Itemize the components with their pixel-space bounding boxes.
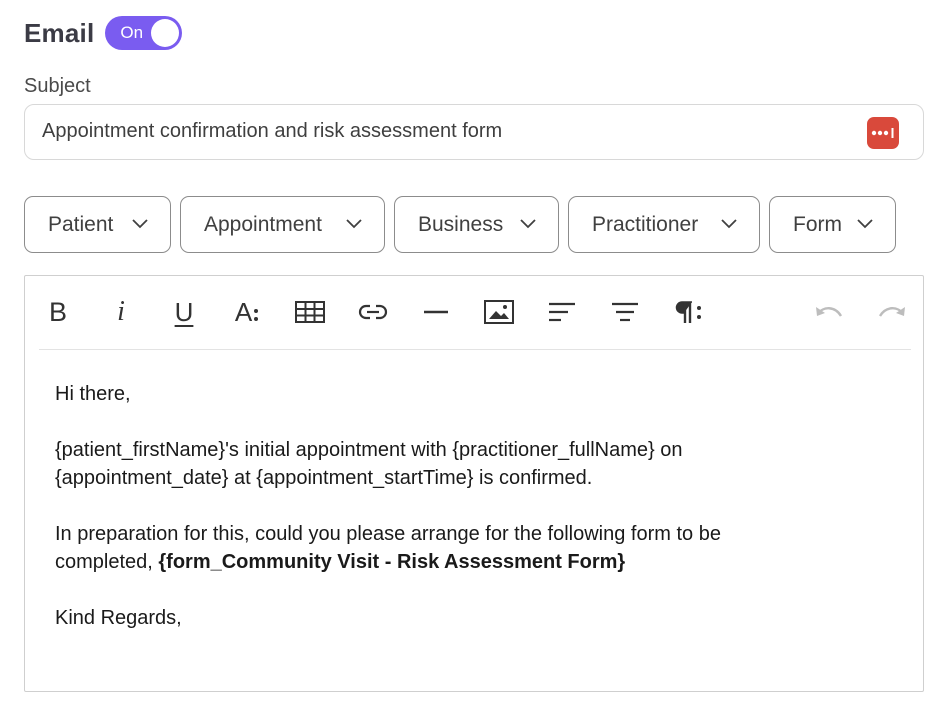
chip-label: Form bbox=[793, 212, 842, 236]
underline-icon[interactable]: U bbox=[168, 296, 200, 328]
practitioner-field-dropdown[interactable]: Practitioner bbox=[568, 196, 760, 253]
form-request-line-1: In preparation for this, could you pleas… bbox=[55, 523, 721, 545]
more-dots-icon[interactable] bbox=[867, 117, 899, 149]
form-request-paragraph: In preparation for this, could you pleas… bbox=[55, 520, 875, 576]
chevron-down-icon bbox=[520, 219, 536, 229]
editor-body[interactable]: Hi there, {patient_firstName}'s initial … bbox=[55, 380, 875, 660]
chevron-down-icon bbox=[132, 219, 148, 229]
appointment-field-dropdown[interactable]: Appointment bbox=[180, 196, 385, 253]
toggle-label: On bbox=[120, 23, 144, 42]
business-field-dropdown[interactable]: Business bbox=[394, 196, 559, 253]
form-request-line-2: completed, bbox=[55, 551, 159, 573]
align-center-icon[interactable] bbox=[609, 296, 641, 328]
undo-icon[interactable] bbox=[813, 296, 845, 328]
chevron-down-icon bbox=[857, 219, 873, 229]
greeting-line: Hi there, bbox=[55, 383, 131, 405]
align-left-icon[interactable] bbox=[546, 296, 578, 328]
email-toggle[interactable]: On bbox=[105, 16, 183, 50]
chip-label: Business bbox=[418, 212, 504, 236]
link-icon[interactable] bbox=[357, 296, 389, 328]
table-icon[interactable] bbox=[294, 296, 326, 328]
closing-line: Kind Regards, bbox=[55, 607, 182, 629]
paragraph-icon[interactable] bbox=[672, 296, 704, 328]
chevron-down-icon bbox=[346, 219, 362, 229]
italic-icon[interactable]: i bbox=[105, 296, 137, 328]
editor-toolbar: B i U A bbox=[39, 276, 911, 350]
toggle-knob bbox=[151, 19, 180, 47]
confirmation-line-2: {appointment_date} at {appointment_start… bbox=[55, 467, 593, 489]
subject-label: Subject bbox=[24, 75, 91, 97]
chevron-down-icon bbox=[721, 219, 737, 229]
subject-value: Appointment confirmation and risk assess… bbox=[42, 120, 503, 142]
redo-icon[interactable] bbox=[876, 296, 908, 328]
bold-icon[interactable]: B bbox=[42, 296, 74, 328]
chip-label: Appointment bbox=[204, 212, 322, 236]
patient-field-dropdown[interactable]: Patient bbox=[24, 196, 171, 253]
subject-input[interactable]: Appointment confirmation and risk assess… bbox=[24, 104, 924, 160]
email-header: Email On bbox=[24, 14, 183, 52]
form-merge-tag: {form_Community Visit - Risk Assessment … bbox=[158, 551, 626, 573]
rich-text-editor: B i U A Hi there, {patient_firstName}'s … bbox=[24, 275, 924, 692]
email-title: Email bbox=[24, 17, 95, 48]
confirmation-line-1: {patient_firstName}'s initial appointmen… bbox=[55, 439, 683, 461]
chip-label: Patient bbox=[48, 212, 114, 236]
horizontal-rule-icon[interactable] bbox=[420, 296, 452, 328]
chip-label: Practitioner bbox=[592, 212, 699, 236]
font-size-icon[interactable]: A bbox=[231, 296, 263, 328]
form-field-dropdown[interactable]: Form bbox=[769, 196, 896, 253]
confirmation-paragraph: {patient_firstName}'s initial appointmen… bbox=[55, 436, 875, 492]
image-icon[interactable] bbox=[483, 296, 515, 328]
